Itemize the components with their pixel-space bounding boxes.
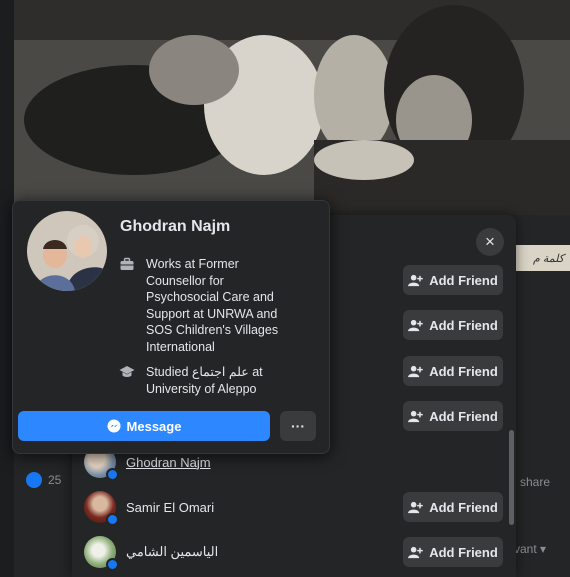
avatar[interactable]: [84, 536, 119, 571]
graduation-cap-icon: [119, 366, 135, 377]
message-label: Message: [126, 418, 182, 434]
add-friend-label: Add Friend: [429, 272, 498, 288]
profile-avatar[interactable]: [27, 211, 107, 291]
post-photo: [14, 0, 570, 215]
reaction-summary[interactable]: 25: [26, 472, 61, 488]
reaction-count: 25: [48, 473, 62, 487]
avatar[interactable]: [84, 491, 119, 526]
add-friend-button[interactable]: Add Friend: [403, 310, 503, 340]
profile-name[interactable]: Ghodran Najm: [120, 218, 230, 236]
add-friend-label: Add Friend: [429, 499, 498, 515]
add-friend-label: Add Friend: [429, 317, 498, 333]
add-friend-icon: [408, 274, 423, 286]
like-badge-icon: [106, 558, 119, 571]
like-badge-icon: [106, 468, 119, 481]
share-count[interactable]: 1 share: [510, 475, 550, 489]
person-name[interactable]: Samir El Omari: [126, 500, 214, 515]
dialog-scrollbar[interactable]: [509, 430, 514, 525]
comment-sort-dropdown[interactable]: vant ▾: [514, 542, 546, 556]
list-item[interactable]: الياسمين الشامي: [84, 536, 218, 571]
message-button[interactable]: Message: [18, 411, 270, 441]
add-friend-button[interactable]: Add Friend: [403, 401, 503, 431]
person-name[interactable]: Ghodran Najm: [126, 455, 211, 470]
add-friend-icon: [408, 546, 423, 558]
add-friend-icon: [408, 410, 423, 422]
profile-work-info: Works at Former Counsellor for Psychosoc…: [146, 257, 279, 354]
add-friend-icon: [408, 319, 423, 331]
more-icon: ···: [291, 418, 305, 434]
add-friend-button[interactable]: Add Friend: [403, 356, 503, 386]
like-badge-icon: [106, 513, 119, 526]
list-item[interactable]: Samir El Omari: [84, 491, 214, 526]
chevron-down-icon: ▾: [540, 542, 547, 556]
like-reaction-icon: [26, 472, 42, 488]
add-friend-label: Add Friend: [429, 544, 498, 560]
add-friend-label: Add Friend: [429, 408, 498, 424]
add-friend-button[interactable]: Add Friend: [403, 537, 503, 567]
add-friend-button[interactable]: Add Friend: [403, 492, 503, 522]
add-friend-icon: [408, 365, 423, 377]
more-options-button[interactable]: ···: [280, 411, 316, 441]
close-icon: ×: [485, 232, 495, 251]
close-button[interactable]: ×: [476, 228, 504, 256]
comment-sort-label: vant: [514, 542, 537, 556]
add-friend-button[interactable]: Add Friend: [403, 265, 503, 295]
briefcase-icon: [120, 257, 134, 270]
messenger-icon: [107, 419, 121, 433]
person-name[interactable]: الياسمين الشامي: [126, 544, 218, 560]
add-friend-icon: [408, 501, 423, 513]
add-friend-label: Add Friend: [429, 363, 498, 379]
profile-education-info: Studied علم اجتماع at University of Alep…: [146, 365, 263, 396]
